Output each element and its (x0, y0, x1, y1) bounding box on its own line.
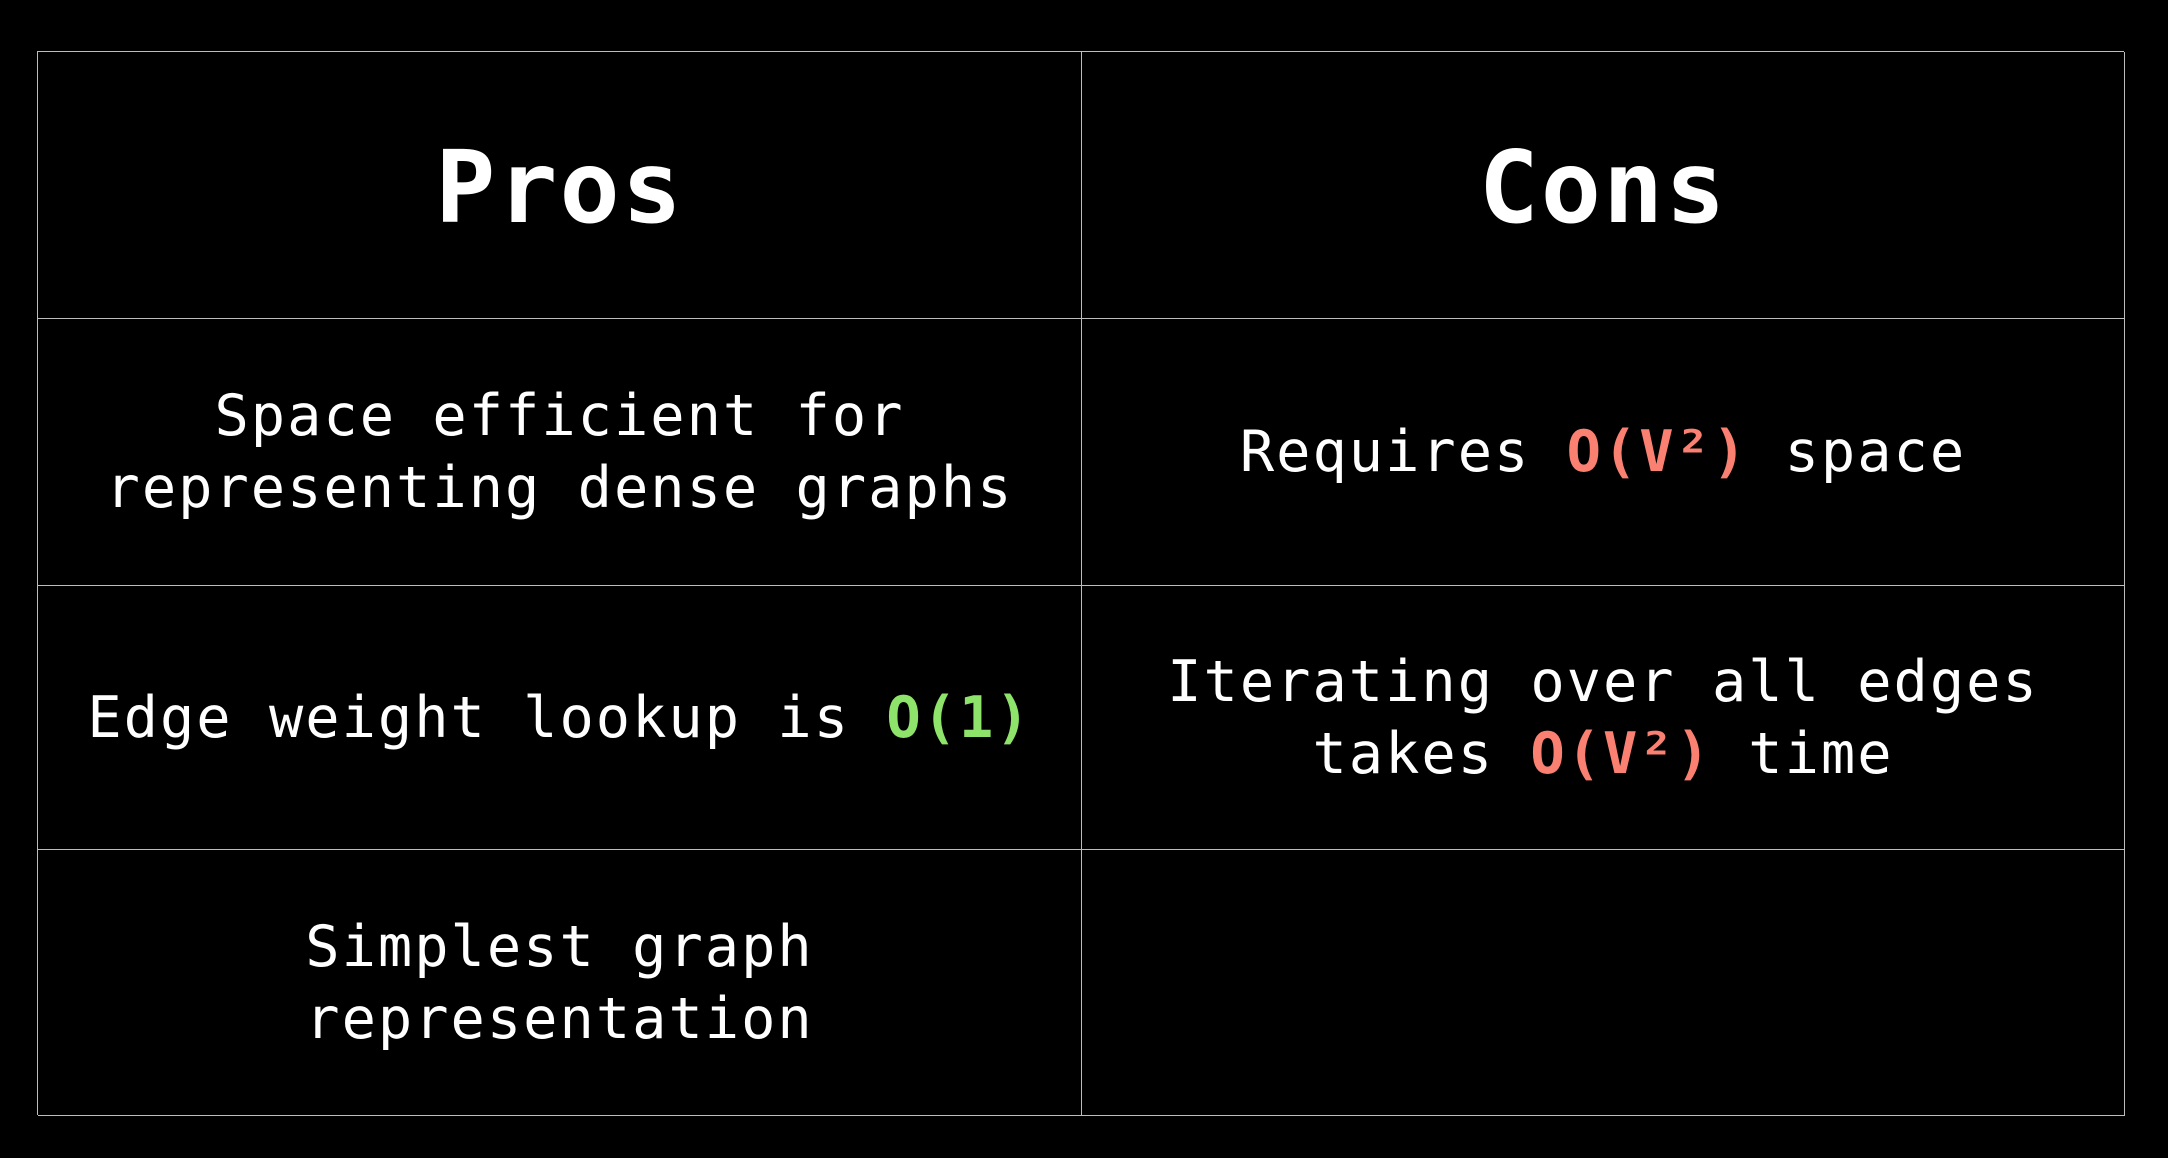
pro-text-2: Edge weight lookup is O(1) (87, 682, 1031, 754)
pro-2-complexity: O(1) (886, 684, 1032, 751)
con-1-complexity: O(V²) (1566, 419, 1749, 485)
pros-cons-table: Pros Cons Space efficient for representi… (37, 51, 2125, 1116)
pro-2-before: Edge weight lookup is (87, 684, 887, 751)
pro-text-3: Simplest graph representation (305, 911, 813, 1055)
con-cell-1: Requires O(V²) space (1082, 319, 2125, 586)
con-cell-2: Iterating over all edges takes O(V²) tim… (1082, 586, 2125, 850)
pro-cell-3: Simplest graph representation (38, 850, 1082, 1116)
pros-header: Pros (435, 129, 684, 246)
con-cell-3-empty (1082, 850, 2125, 1116)
pros-header-cell: Pros (38, 52, 1082, 319)
pro-3-line-1: Simplest graph (305, 913, 814, 980)
pro-1-line-2: representing dense graphs (105, 455, 1014, 521)
con-2-line-2: takes O(V²) time (1312, 718, 1893, 790)
con-text-2: Iterating over all edges takes O(V²) tim… (1167, 646, 2039, 790)
con-1-before: Requires (1239, 419, 1567, 485)
pro-text-1: Space efficient for representing dense g… (106, 380, 1014, 524)
pro-3-line-2: representation (305, 985, 814, 1052)
con-2-complexity: O(V²) (1530, 720, 1712, 787)
con-2-line-1: Iterating over all edges (1167, 648, 2039, 715)
con-1-after: space (1748, 419, 1967, 485)
cons-header: Cons (1478, 129, 1728, 246)
pro-cell-2: Edge weight lookup is O(1) (38, 586, 1082, 850)
con-2-after: time (1711, 720, 1894, 787)
con-2-before: takes (1312, 720, 1531, 787)
pro-1-line-1: Space efficient for (214, 383, 905, 449)
cons-header-cell: Cons (1082, 52, 2125, 319)
con-text-1: Requires O(V²) space (1240, 416, 1966, 488)
pro-cell-1: Space efficient for representing dense g… (38, 319, 1082, 586)
